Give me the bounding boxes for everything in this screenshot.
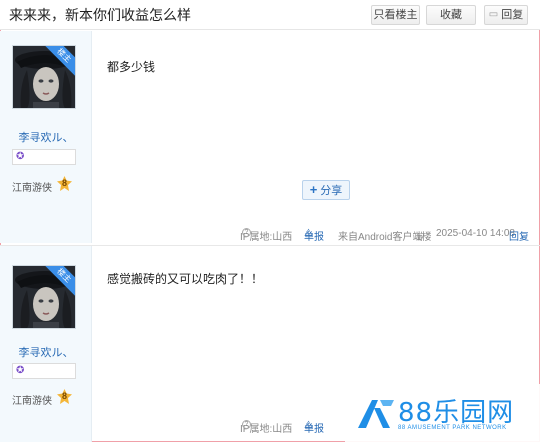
site-logo-icon (358, 400, 394, 428)
post-content: 都多少钱 (107, 60, 156, 74)
post-time: 2025-04-10 14:08 (436, 228, 515, 239)
reply-button-label: 回复 (501, 9, 524, 21)
only-op-button[interactable]: 只看楼主 (371, 5, 420, 25)
help-icon[interactable]: ? (242, 228, 251, 237)
author-sidebar: 楼主 李寻欢ル、 ✪ 江南游侠 8 (0, 246, 92, 442)
avatar[interactable]: 楼主 (12, 265, 76, 329)
medal-box: ✪ (12, 363, 76, 379)
post-meta: IP属地:山西? ⚠ 单报 来自Android客户端 1楼 2025-04-10 … (0, 228, 540, 246)
post-floor-1: 楼主 李寻欢ル、 ✪ 江南游侠 8 都多少钱 + 分享 IP属地:山西? ⚠ 单报 … (0, 31, 540, 243)
help-icon[interactable]: ? (242, 420, 251, 429)
rank-name: 江南游侠 (12, 183, 52, 194)
rank-name: 江南游侠 (12, 396, 52, 407)
author-name[interactable]: 李寻欢ル、 (0, 344, 92, 360)
post-content: 感觉搬砖的又可以吃肉了！！ (107, 272, 264, 286)
author-sidebar: 楼主 李寻欢ル、 ✪ 江南游侠 8 (0, 31, 92, 243)
post-reply-link[interactable]: 回复 (509, 228, 529, 243)
medal-icon: ✪ (16, 151, 25, 162)
comment-icon: ▭ (488, 9, 499, 20)
share-button[interactable]: + 分享 (302, 180, 350, 200)
plus-icon: + (309, 182, 318, 197)
thread-header: 来来来，新本你们收益怎么样 只看楼主 收藏 ▭ 回复 (0, 0, 540, 30)
report-label: 单报 (304, 424, 324, 435)
watermark-title: 88乐园网 (398, 398, 515, 428)
report-label: 单报 (304, 232, 324, 243)
watermark-subtitle: 88 AMUSEMENT PARK NETWORK (398, 425, 507, 431)
avatar[interactable]: 楼主 (12, 45, 76, 109)
post-source: 来自Android客户端 (338, 232, 423, 243)
medal-icon: ✪ (16, 365, 25, 376)
site-watermark: 88乐园网 88 AMUSEMENT PARK NETWORK (345, 384, 540, 442)
rank-level-badge: 8 (57, 176, 72, 191)
favorite-button[interactable]: 收藏 (426, 5, 476, 25)
medal-box: ✪ (12, 149, 76, 165)
rank-level-badge: 8 (57, 389, 72, 404)
thread-title: 来来来，新本你们收益怎么样 (9, 7, 191, 23)
floor-number: 1楼 (416, 232, 432, 243)
author-name[interactable]: 李寻欢ル、 (0, 129, 92, 145)
reply-button[interactable]: ▭ 回复 (484, 5, 528, 25)
share-label: 分享 (320, 185, 343, 197)
